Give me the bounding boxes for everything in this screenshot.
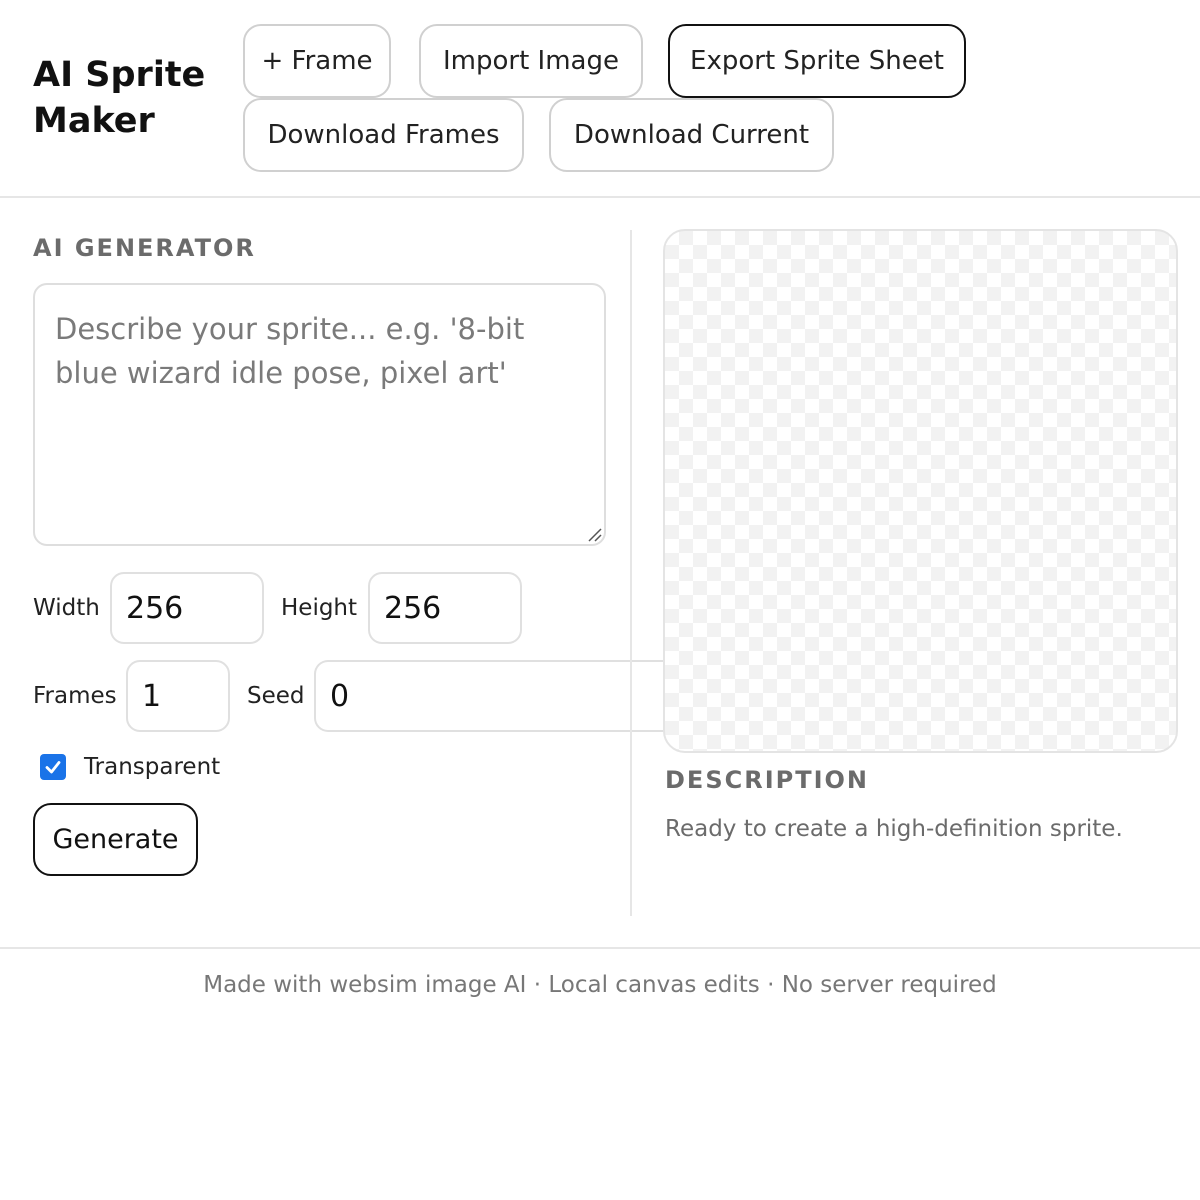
transparent-checkbox[interactable] xyxy=(40,754,66,780)
add-frame-button[interactable]: + Frame xyxy=(243,24,391,98)
ai-generator-heading: AI GENERATOR xyxy=(33,234,256,262)
seed-input[interactable] xyxy=(314,660,674,732)
download-frames-button[interactable]: Download Frames xyxy=(243,98,524,172)
download-current-button[interactable]: Download Current xyxy=(549,98,834,172)
app-root: AI Sprite Maker + Frame Import Image Exp… xyxy=(0,0,1200,1200)
generate-button[interactable]: Generate xyxy=(33,803,198,876)
width-input[interactable] xyxy=(110,572,264,644)
height-input[interactable] xyxy=(368,572,522,644)
panel-divider xyxy=(630,230,632,916)
prompt-input[interactable] xyxy=(33,283,606,546)
width-label: Width xyxy=(33,595,100,621)
seed-label: Seed xyxy=(247,683,305,709)
resize-handle-icon[interactable] xyxy=(586,526,602,542)
sprite-preview-canvas[interactable] xyxy=(663,229,1178,753)
frames-input[interactable] xyxy=(126,660,230,732)
height-label: Height xyxy=(281,595,358,621)
header: AI Sprite Maker + Frame Import Image Exp… xyxy=(0,0,1200,198)
transparent-label[interactable]: Transparent xyxy=(84,754,220,780)
footer-divider xyxy=(0,947,1200,949)
description-text: Ready to create a high-definition sprite… xyxy=(665,816,1123,842)
frames-label: Frames xyxy=(33,683,117,709)
export-sprite-sheet-button[interactable]: Export Sprite Sheet xyxy=(668,24,966,98)
description-heading: DESCRIPTION xyxy=(665,766,870,794)
import-image-button[interactable]: Import Image xyxy=(419,24,643,98)
footer-text: Made with websim image AI · Local canvas… xyxy=(203,972,997,998)
app-title: AI Sprite Maker xyxy=(33,55,206,141)
checkmark-icon xyxy=(45,761,61,774)
